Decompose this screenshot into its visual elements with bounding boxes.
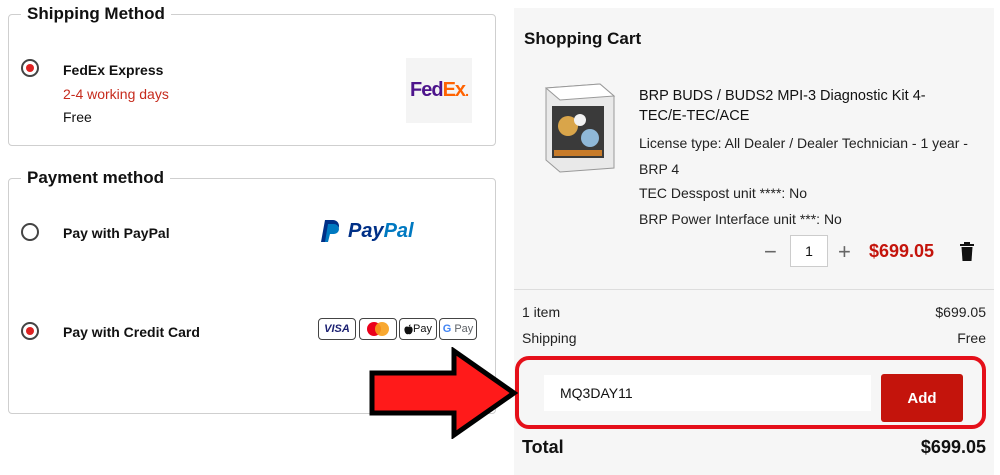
paypal-p-icon — [321, 220, 339, 242]
decrease-qty-button[interactable]: − — [764, 239, 777, 265]
trash-icon — [960, 242, 974, 261]
paypal-logo-pal: Pal — [383, 219, 414, 242]
quantity-input[interactable]: 1 — [790, 235, 828, 267]
shopping-cart-title: Shopping Cart — [524, 29, 642, 48]
fedex-radio[interactable] — [21, 59, 39, 77]
fedex-eta: 2-4 working days — [63, 86, 169, 102]
product-brp-power-option: BRP Power Interface unit ***: No — [639, 211, 842, 227]
fedex-label[interactable]: FedEx Express — [63, 62, 163, 78]
shipping-summary-value: Free — [957, 330, 986, 346]
total-value: $699.05 — [920, 437, 986, 457]
items-subtotal: $699.05 — [935, 304, 986, 320]
paypal-logo-pay: Pay — [348, 219, 384, 242]
paypal-logo: Pay Pal — [320, 218, 414, 244]
cart-divider — [514, 289, 994, 290]
coupon-add-button[interactable]: Add — [881, 374, 963, 422]
credit-card-label[interactable]: Pay with Credit Card — [63, 324, 200, 340]
credit-card-radio[interactable] — [21, 322, 39, 340]
paypal-label[interactable]: Pay with PayPal — [63, 225, 170, 241]
shipping-method-title: Shipping Method — [27, 4, 165, 23]
increase-qty-button[interactable]: + — [838, 239, 851, 265]
apple-pay-icon: Pay — [399, 318, 437, 340]
product-name[interactable]: BRP BUDS / BUDS2 MPI-3 Diagnostic Kit 4-… — [639, 86, 969, 126]
google-pay-icon: G Pay — [439, 318, 477, 340]
product-image[interactable] — [540, 80, 620, 175]
total-label: Total — [522, 437, 564, 457]
paypal-radio[interactable] — [21, 223, 39, 241]
fedex-logo: Fed Ex. — [406, 58, 472, 123]
coupon-input[interactable]: MQ3DAY11 — [544, 375, 871, 411]
fedex-price: Free — [63, 109, 92, 125]
mastercard-icon — [359, 318, 397, 340]
product-tec-option: TEC Desspost unit ****: No — [639, 185, 808, 201]
items-count: 1 item — [522, 304, 561, 320]
annotation-arrow — [369, 347, 518, 439]
product-price: $699.05 — [869, 241, 935, 261]
shipping-summary-label: Shipping — [522, 330, 577, 346]
product-license: License type: All Dealer / Dealer Techni… — [639, 135, 968, 177]
payment-method-title: Payment method — [27, 168, 164, 187]
fedex-logo-fed: Fed — [410, 79, 444, 101]
delete-item-button[interactable] — [959, 242, 975, 266]
fedex-logo-dot: . — [465, 82, 469, 99]
visa-icon: VISA — [318, 318, 356, 340]
fedex-logo-ex: Ex — [442, 79, 466, 101]
